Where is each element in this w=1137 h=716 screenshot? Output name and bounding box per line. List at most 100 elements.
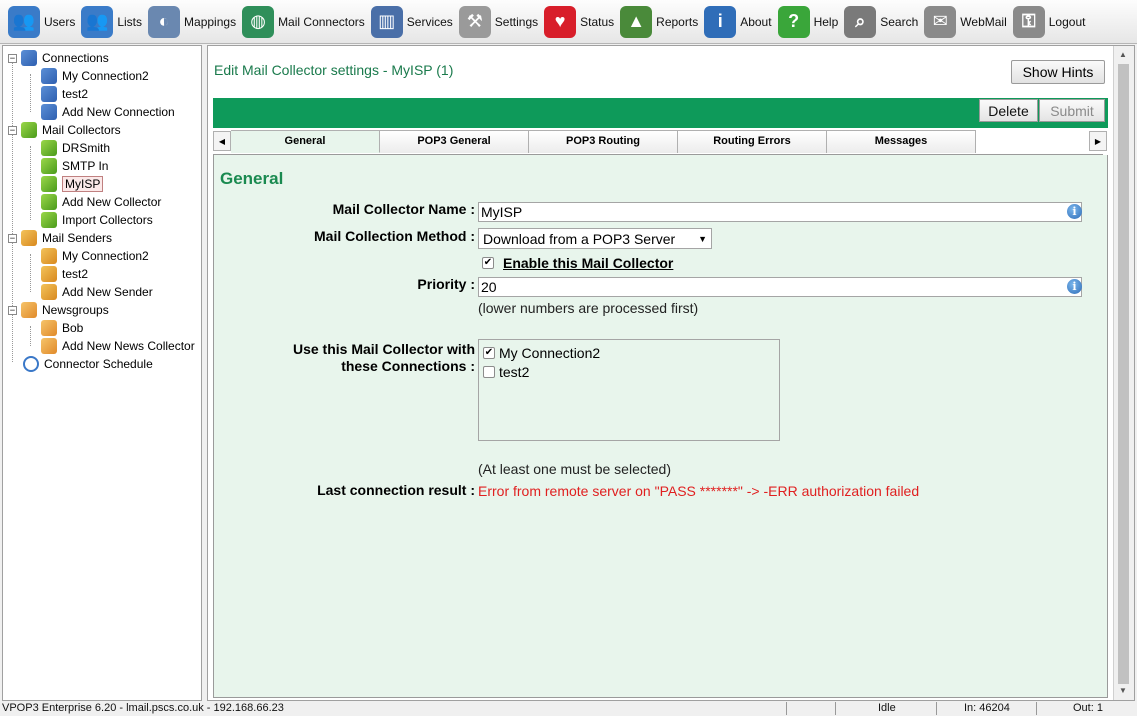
scroll-up-icon[interactable]: ▲ xyxy=(1119,50,1127,59)
tree-item-add-new-sender[interactable]: Add New Sender xyxy=(41,283,153,301)
scroll-thumb[interactable] xyxy=(1118,64,1129,684)
enable-collector-row: ✔ Enable this Mail Collector xyxy=(482,255,673,271)
status-out-count: Out: 1 xyxy=(1073,702,1103,714)
submit-button[interactable]: Submit xyxy=(1039,99,1105,122)
priority-input[interactable] xyxy=(478,277,1082,297)
delete-button[interactable]: Delete xyxy=(979,99,1038,122)
status-state: Idle xyxy=(878,702,896,714)
connection-checkbox[interactable] xyxy=(483,365,495,378)
info-icon[interactable]: i xyxy=(1067,204,1082,219)
show-hints-button[interactable]: Show Hints xyxy=(1011,60,1105,84)
connections-list: ✔ My Connection2 test2 xyxy=(478,339,780,441)
tree-item-connector-schedule[interactable]: Connector Schedule xyxy=(23,355,153,373)
collapse-icon[interactable]: − xyxy=(8,305,17,315)
toolbar-label: Users xyxy=(44,14,76,29)
mail-sender-icon xyxy=(41,248,57,264)
info-icon[interactable]: i xyxy=(1067,279,1082,294)
toolbar-status-button[interactable]: ♥ Status xyxy=(544,3,614,41)
tree-item-my-connection2[interactable]: My Connection2 xyxy=(41,67,149,85)
tab-bar: ◀ General POP3 General POP3 Routing Rout… xyxy=(213,130,1107,155)
list-item[interactable]: test2 xyxy=(483,362,775,381)
status-product: VPOP3 Enterprise 6.20 - lmail.pscs.co.uk… xyxy=(2,702,284,714)
mail-collector-icon xyxy=(41,176,57,192)
tree-item-newsgroups[interactable]: − Newsgroups xyxy=(8,301,109,319)
collapse-icon[interactable]: − xyxy=(8,53,17,63)
toolbar-mappings-button[interactable]: ◐ Mappings xyxy=(148,3,236,41)
server-icon: ▥ xyxy=(370,5,403,38)
newsgroup-icon xyxy=(21,302,37,318)
vertical-scrollbar[interactable]: ▲ ▼ xyxy=(1113,46,1134,700)
toolbar-label: Status xyxy=(580,14,615,29)
list-item[interactable]: ✔ My Connection2 xyxy=(483,343,775,362)
heart-icon: ♥ xyxy=(544,5,577,38)
collector-name-input[interactable] xyxy=(478,202,1082,222)
connection-checkbox[interactable]: ✔ xyxy=(483,346,495,359)
section-title: General xyxy=(220,169,284,188)
network-connection-icon xyxy=(41,68,57,84)
tab-general[interactable]: General xyxy=(231,130,380,153)
collapse-icon[interactable]: − xyxy=(8,233,17,243)
users-icon: 👥 xyxy=(8,5,40,38)
tree-item-test2[interactable]: test2 xyxy=(41,85,88,103)
collection-method-label: Mail Collection Method : xyxy=(314,228,475,244)
toolbar-search-button[interactable]: ⌕ Search xyxy=(844,3,918,41)
network-connection-icon xyxy=(21,50,37,66)
connections-label-line2: these Connections : xyxy=(341,358,475,374)
tree-item-mail-collectors[interactable]: − Mail Collectors xyxy=(8,121,121,139)
webmail-icon: ✉ xyxy=(924,5,957,38)
toolbar-label: Mappings xyxy=(184,14,237,29)
tab-pop3-general[interactable]: POP3 General xyxy=(380,130,529,153)
tab-messages[interactable]: Messages xyxy=(827,130,976,153)
tree-item-bob[interactable]: Bob xyxy=(41,319,83,337)
priority-note: (lower numbers are processed first) xyxy=(478,300,699,316)
enable-collector-label[interactable]: Enable this Mail Collector xyxy=(503,255,673,271)
tree-item-add-new-news-collector[interactable]: Add New News Collector xyxy=(41,337,195,355)
toolbar-label: About xyxy=(740,14,772,29)
newsgroup-icon xyxy=(41,338,57,354)
tree-item-mail-senders[interactable]: − Mail Senders xyxy=(8,229,112,247)
scroll-down-icon[interactable]: ▼ xyxy=(1119,686,1127,695)
collapse-icon[interactable]: − xyxy=(8,125,17,135)
connections-note: (At least one must be selected) xyxy=(478,461,671,477)
tree-item-smtp-in[interactable]: SMTP In xyxy=(41,157,108,175)
tree-item-myisp[interactable]: MyISP xyxy=(41,175,104,193)
collection-method-select[interactable]: Download from a POP3 Server ▼ xyxy=(478,228,712,249)
mappings-icon: ◐ xyxy=(148,5,181,38)
toolbar-logout-button[interactable]: ⚿ Logout xyxy=(1012,3,1085,41)
tree-item-sender-my-connection2[interactable]: My Connection2 xyxy=(41,247,149,265)
toolbar-label: Help xyxy=(813,14,839,29)
tab-scroll-left-icon[interactable]: ◀ xyxy=(213,131,231,151)
toolbar-about-button[interactable]: i About xyxy=(704,3,772,41)
tab-scroll-right-icon[interactable]: ▶ xyxy=(1089,131,1107,151)
enable-collector-checkbox[interactable]: ✔ xyxy=(482,257,494,269)
toolbar-help-button[interactable]: ? Help xyxy=(777,3,839,41)
main-panel: Edit Mail Collector settings - MyISP (1)… xyxy=(207,45,1135,701)
tree-item-drsmith[interactable]: DRSmith xyxy=(41,139,110,157)
newsgroup-icon xyxy=(41,320,57,336)
page-title: Edit Mail Collector settings - MyISP (1) xyxy=(214,62,454,78)
tab-pop3-routing[interactable]: POP3 Routing xyxy=(529,130,678,153)
tab-routing-errors[interactable]: Routing Errors xyxy=(678,130,827,153)
toolbar-mail-connectors-button[interactable]: ◍ Mail Connectors xyxy=(242,3,365,41)
network-connection-icon xyxy=(41,104,57,120)
tree-item-add-new-connection[interactable]: Add New Connection xyxy=(41,103,175,121)
mail-collector-icon xyxy=(41,158,57,174)
action-bar xyxy=(213,98,1108,128)
globe-mail-icon: ◍ xyxy=(242,5,275,38)
toolbar-lists-button[interactable]: 👥 Lists xyxy=(81,3,142,41)
toolbar-webmail-button[interactable]: ✉ WebMail xyxy=(924,3,1007,41)
toolbar-label: Services xyxy=(406,14,453,29)
collection-method-value: Download from a POP3 Server xyxy=(483,230,676,247)
mail-collector-icon xyxy=(41,140,57,156)
toolbar-settings-button[interactable]: ⚒ Settings xyxy=(458,3,538,41)
lists-icon: 👥 xyxy=(81,5,114,38)
info-icon: i xyxy=(704,5,737,38)
tree-item-add-new-collector[interactable]: Add New Collector xyxy=(41,193,161,211)
toolbar-services-button[interactable]: ▥ Services xyxy=(370,3,453,41)
tree-item-import-collectors[interactable]: Import Collectors xyxy=(41,211,153,229)
tree-item-sender-test2[interactable]: test2 xyxy=(41,265,88,283)
tree-item-connections[interactable]: − Connections xyxy=(8,49,109,67)
toolbar-users-button[interactable]: 👥 Users xyxy=(8,3,75,41)
help-icon: ? xyxy=(777,5,810,38)
toolbar-reports-button[interactable]: ▲ Reports xyxy=(620,3,698,41)
